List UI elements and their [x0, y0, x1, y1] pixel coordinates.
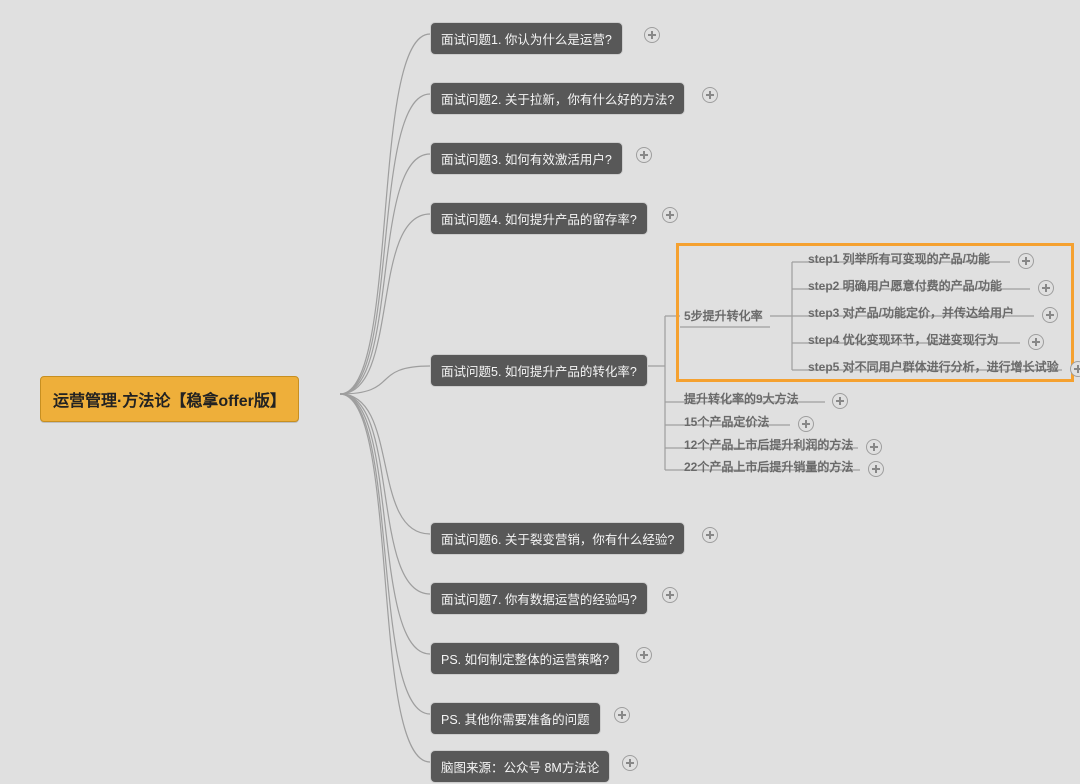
- branch-source[interactable]: 脑图来源：公众号 8M方法论: [430, 750, 610, 783]
- branch-q6[interactable]: 面试问题6. 关于裂变营销，你有什么经验?: [430, 522, 685, 555]
- expand-ps1[interactable]: [636, 647, 652, 663]
- expand-q1[interactable]: [644, 27, 660, 43]
- expand-step-4[interactable]: [1028, 334, 1044, 350]
- expand-sibling-1[interactable]: [832, 393, 848, 409]
- expand-step-5[interactable]: [1070, 361, 1080, 377]
- sibling-3[interactable]: 12个产品上市后提升利润的方法: [684, 436, 853, 453]
- branch-q7[interactable]: 面试问题7. 你有数据运营的经验吗?: [430, 582, 648, 615]
- step-4[interactable]: step4 优化变现环节，促进变现行为: [808, 331, 999, 348]
- sibling-2[interactable]: 15个产品定价法: [684, 413, 769, 430]
- expand-q7[interactable]: [662, 587, 678, 603]
- expand-sibling-2[interactable]: [798, 416, 814, 432]
- expand-ps2[interactable]: [614, 707, 630, 723]
- branch-q5[interactable]: 面试问题5. 如何提升产品的转化率?: [430, 354, 648, 387]
- mindmap-canvas: 运营管理·方法论【稳拿offer版】 面试问题1. 你认为什么是运营? 面试问题…: [0, 0, 1080, 784]
- subhead-5steps[interactable]: 5步提升转化率: [684, 307, 763, 324]
- step-5[interactable]: step5 对不同用户群体进行分析，进行增长试验: [808, 358, 1059, 375]
- branch-ps1[interactable]: PS. 如何制定整体的运营策略?: [430, 642, 620, 675]
- expand-q4[interactable]: [662, 207, 678, 223]
- branch-ps2[interactable]: PS. 其他你需要准备的问题: [430, 702, 601, 735]
- expand-sibling-4[interactable]: [868, 461, 884, 477]
- branch-q1[interactable]: 面试问题1. 你认为什么是运营?: [430, 22, 623, 55]
- expand-q3[interactable]: [636, 147, 652, 163]
- sibling-1[interactable]: 提升转化率的9大方法: [684, 390, 799, 407]
- step-2[interactable]: step2 明确用户愿意付费的产品/功能: [808, 277, 1002, 294]
- sibling-4[interactable]: 22个产品上市后提升销量的方法: [684, 458, 853, 475]
- expand-step-2[interactable]: [1038, 280, 1054, 296]
- branch-q3[interactable]: 面试问题3. 如何有效激活用户?: [430, 142, 623, 175]
- expand-step-3[interactable]: [1042, 307, 1058, 323]
- root-node[interactable]: 运营管理·方法论【稳拿offer版】: [40, 376, 299, 422]
- expand-source[interactable]: [622, 755, 638, 771]
- expand-step-1[interactable]: [1018, 253, 1034, 269]
- expand-q2[interactable]: [702, 87, 718, 103]
- branch-q4[interactable]: 面试问题4. 如何提升产品的留存率?: [430, 202, 648, 235]
- step-1[interactable]: step1 列举所有可变现的产品/功能: [808, 250, 990, 267]
- branch-q2[interactable]: 面试问题2. 关于拉新，你有什么好的方法?: [430, 82, 685, 115]
- expand-q6[interactable]: [702, 527, 718, 543]
- expand-sibling-3[interactable]: [866, 439, 882, 455]
- step-3[interactable]: step3 对产品/功能定价，并传达给用户: [808, 304, 1014, 321]
